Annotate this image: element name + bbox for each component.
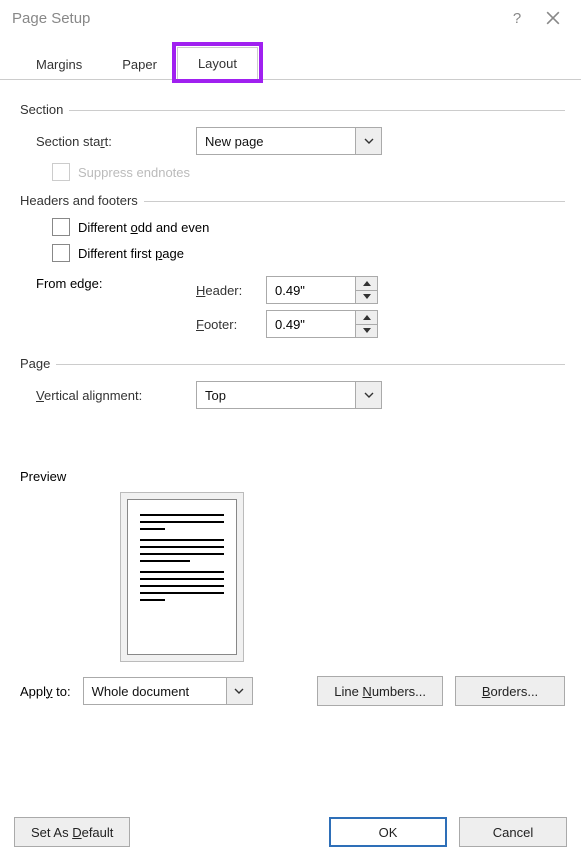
- apply-to-combo[interactable]: Whole document: [83, 677, 253, 705]
- vertical-alignment-label: Vertical alignment:: [36, 388, 196, 403]
- different-odd-even-checkbox[interactable]: [52, 218, 70, 236]
- section-start-label: Section start:: [36, 134, 196, 149]
- tab-margins[interactable]: Margins: [16, 49, 102, 80]
- tab-strip: Margins Paper Layout: [0, 36, 581, 80]
- suppress-endnotes-checkbox: [52, 163, 70, 181]
- different-first-page-label: Different first page: [78, 246, 184, 261]
- close-button[interactable]: [535, 3, 571, 33]
- from-edge-label: From edge:: [36, 270, 196, 291]
- spinner-down-icon[interactable]: [356, 291, 377, 304]
- ok-button[interactable]: OK: [329, 817, 447, 847]
- tab-layout[interactable]: Layout: [177, 47, 258, 80]
- suppress-endnotes-label: Suppress endnotes: [78, 165, 190, 180]
- vertical-alignment-combo[interactable]: Top: [196, 381, 382, 409]
- chevron-down-icon: [226, 678, 252, 704]
- section-start-combo[interactable]: New page: [196, 127, 382, 155]
- chevron-down-icon: [355, 382, 381, 408]
- spinner-up-icon[interactable]: [356, 277, 377, 291]
- help-button[interactable]: ?: [499, 3, 535, 33]
- preview-page-icon: [127, 499, 237, 655]
- preview-label: Preview: [20, 469, 565, 484]
- headers-footers-group-label: Headers and footers: [20, 193, 565, 208]
- spinner-down-icon[interactable]: [356, 325, 377, 338]
- window-title: Page Setup: [12, 10, 499, 27]
- footer-label: Footer:: [196, 317, 266, 332]
- apply-to-label: Apply to:: [20, 684, 71, 699]
- spinner-up-icon[interactable]: [356, 311, 377, 325]
- line-numbers-button[interactable]: Line Numbers...: [317, 676, 443, 706]
- set-as-default-button[interactable]: Set As Default: [14, 817, 130, 847]
- cancel-button[interactable]: Cancel: [459, 817, 567, 847]
- borders-button[interactable]: Borders...: [455, 676, 565, 706]
- preview-box: [120, 492, 244, 662]
- header-spinner[interactable]: 0.49": [266, 276, 378, 304]
- footer-spinner[interactable]: 0.49": [266, 310, 378, 338]
- section-group-label: Section: [20, 102, 565, 117]
- page-group-label: Page: [20, 356, 565, 371]
- different-odd-even-label: Different odd and even: [78, 220, 209, 235]
- header-label: Header:: [196, 283, 266, 298]
- different-first-page-checkbox[interactable]: [52, 244, 70, 262]
- tab-paper[interactable]: Paper: [102, 49, 177, 80]
- titlebar: Page Setup ?: [0, 0, 581, 36]
- chevron-down-icon: [355, 128, 381, 154]
